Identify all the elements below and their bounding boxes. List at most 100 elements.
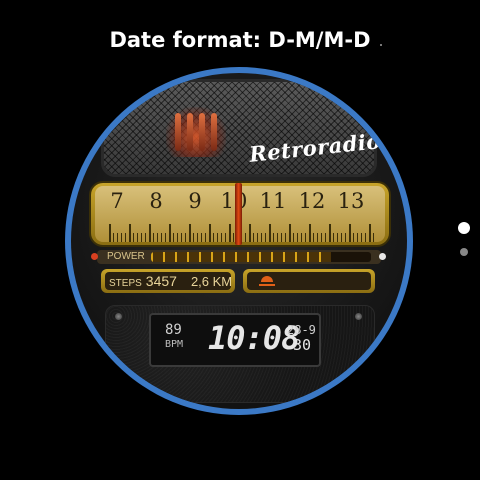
dial-tick xyxy=(213,233,214,242)
heart-rate-unit: BPM xyxy=(165,339,184,350)
dial-tick xyxy=(281,233,282,242)
dial-tick xyxy=(165,233,166,242)
dial-tick xyxy=(125,233,126,242)
dial-tick xyxy=(317,233,318,242)
dial-tick xyxy=(297,233,298,242)
horizon-icon xyxy=(259,284,275,286)
dial-tick xyxy=(129,224,131,242)
dial-tick xyxy=(189,224,191,242)
dial-tick xyxy=(309,224,311,242)
dial-number: 8 xyxy=(149,189,163,213)
date-day-month: 28-9 xyxy=(287,323,316,337)
page-indicator-active[interactable] xyxy=(458,222,470,234)
dial-tick xyxy=(325,233,326,242)
dial-tick xyxy=(137,233,138,242)
sunset-icon xyxy=(261,276,273,282)
dial-tick xyxy=(329,224,331,242)
dial-tick xyxy=(113,233,114,242)
power-led-red xyxy=(91,253,98,260)
dial-number: 13 xyxy=(337,189,365,213)
dial-tick xyxy=(217,233,218,242)
power-meter-fill xyxy=(151,252,332,262)
dial-tick xyxy=(201,233,202,242)
dial-tick xyxy=(205,233,206,242)
dial-tick xyxy=(145,233,146,242)
dial-tick xyxy=(301,233,302,242)
steps-label: STEPS xyxy=(109,278,142,289)
dial-tick xyxy=(365,233,366,242)
dial-tick xyxy=(173,233,174,242)
dial-tick xyxy=(333,233,334,242)
dial-tick xyxy=(293,233,294,242)
dial-tick xyxy=(117,233,118,242)
dial-tick xyxy=(225,233,226,242)
dial-tick xyxy=(157,233,158,242)
dial-tick xyxy=(133,233,134,242)
tube-bar xyxy=(199,113,205,151)
dial-number: 7 xyxy=(110,189,124,213)
dial-tick xyxy=(177,233,178,242)
dial-tick xyxy=(313,233,314,242)
speaker-grille xyxy=(101,79,377,177)
dial-tick xyxy=(361,233,362,242)
dial-tick xyxy=(345,233,346,242)
dial-tick xyxy=(269,224,271,242)
dial-tick xyxy=(249,224,251,242)
dial-number: 10 xyxy=(220,189,248,213)
dial-tick xyxy=(245,233,246,242)
date-day: 30 xyxy=(293,336,312,354)
dial-tick xyxy=(185,233,186,242)
screw-icon xyxy=(355,313,362,320)
dial-tick xyxy=(161,233,162,242)
dial-tick xyxy=(181,233,182,242)
dial-tick xyxy=(153,233,154,242)
dial-tick xyxy=(261,233,262,242)
dial-tick xyxy=(305,233,306,242)
heart-rate-value: 89 xyxy=(165,322,182,338)
dial-tick xyxy=(289,224,291,242)
dial-tick xyxy=(221,233,222,242)
power-meter xyxy=(151,252,371,262)
dial-tick xyxy=(149,224,151,242)
watch-face[interactable]: Retroradio 7 8 9 10 11 12 13 POWER STEPS 3457 2,… xyxy=(71,73,407,409)
power-label: POWER xyxy=(107,251,145,262)
dial-number: 9 xyxy=(188,189,202,213)
steps-readout: STEPS 3457 2,6 KM xyxy=(109,273,232,289)
dial-number: 11 xyxy=(259,189,287,213)
tube-bar xyxy=(187,113,193,151)
screw-icon xyxy=(115,313,122,320)
dial-tick xyxy=(337,233,338,242)
dial-tick xyxy=(273,233,274,242)
dial-tick xyxy=(353,233,354,242)
dial-tick xyxy=(169,224,171,242)
steps-value: 3457 xyxy=(145,273,177,289)
header-dot xyxy=(380,44,382,46)
screen-title: Date format: D-M/M-D xyxy=(109,28,371,52)
dial-tick xyxy=(253,233,254,242)
distance-value: 2,6 KM xyxy=(190,274,233,289)
dial-needle xyxy=(235,183,242,245)
dial-tick xyxy=(109,224,111,242)
dial-tick xyxy=(257,233,258,242)
page-indicator-inactive[interactable] xyxy=(460,248,468,256)
dial-tick xyxy=(357,233,358,242)
dial-tick xyxy=(265,233,266,242)
dial-tick xyxy=(233,233,234,242)
dial-tick xyxy=(141,233,142,242)
power-led-white xyxy=(379,253,386,260)
tube-bar xyxy=(175,113,181,151)
dial-tick xyxy=(277,233,278,242)
dial-number: 12 xyxy=(298,189,326,213)
tube-bar xyxy=(211,113,217,151)
dial-tick xyxy=(373,233,374,242)
dial-tick xyxy=(349,224,351,242)
dial-tick xyxy=(229,224,231,242)
time-display: 10:08 xyxy=(208,319,300,357)
dial-tick xyxy=(321,233,322,242)
dial-tick xyxy=(285,233,286,242)
dial-tick xyxy=(209,224,211,242)
dial-tick xyxy=(341,233,342,242)
dial-tick xyxy=(193,233,194,242)
dial-tick xyxy=(121,233,122,242)
dial-tick xyxy=(197,233,198,242)
